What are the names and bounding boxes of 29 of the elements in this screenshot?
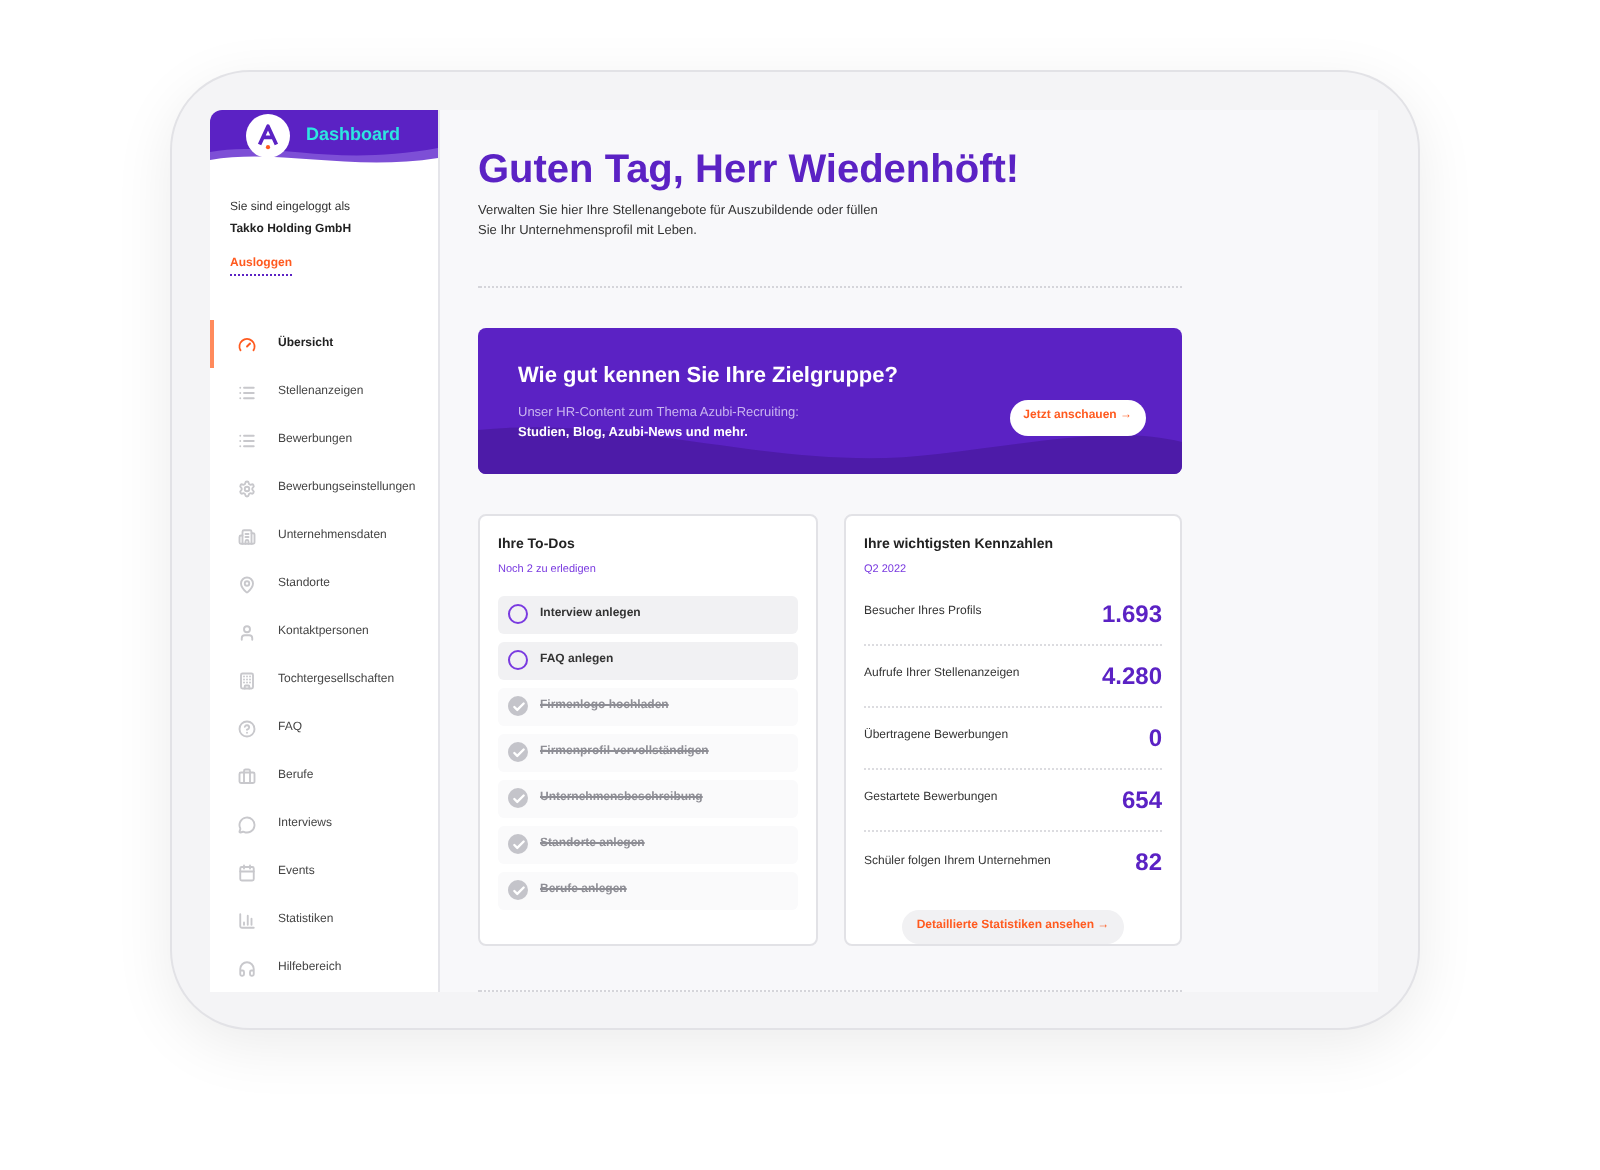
greeting-title: Guten Tag, Herr Wiedenhöft! xyxy=(478,146,1022,194)
list-icon xyxy=(238,431,256,449)
checkbox[interactable] xyxy=(508,742,528,763)
checkbox[interactable] xyxy=(508,696,528,717)
checkbox[interactable] xyxy=(508,604,528,625)
checkbox[interactable] xyxy=(508,880,528,901)
stat-value: 4.280 xyxy=(1101,659,1162,694)
checkbox[interactable] xyxy=(508,650,528,671)
chart-icon xyxy=(238,911,256,929)
stat-value: 0 xyxy=(1148,721,1162,756)
stat-value: 82 xyxy=(1135,846,1162,881)
list-icon xyxy=(238,383,256,401)
brand-name: Dashboard xyxy=(306,121,401,148)
calendar-icon xyxy=(238,863,256,881)
help-icon xyxy=(238,719,256,737)
headset-icon xyxy=(238,959,256,977)
stat-value: 1.693 xyxy=(1101,597,1162,632)
map-pin-icon xyxy=(238,575,256,593)
checkbox[interactable] xyxy=(508,834,528,855)
banner-title: Wie gut kennen Sie Ihre Zielgruppe? xyxy=(518,361,898,391)
gauge-icon xyxy=(238,335,256,353)
building-icon xyxy=(238,527,256,545)
building-icon xyxy=(238,671,256,689)
chat-icon xyxy=(238,815,256,833)
briefcase-icon xyxy=(238,767,256,785)
stat-value: 654 xyxy=(1121,783,1162,818)
user-icon xyxy=(238,623,256,641)
checkbox[interactable] xyxy=(508,788,528,809)
settings-icon xyxy=(238,479,256,497)
